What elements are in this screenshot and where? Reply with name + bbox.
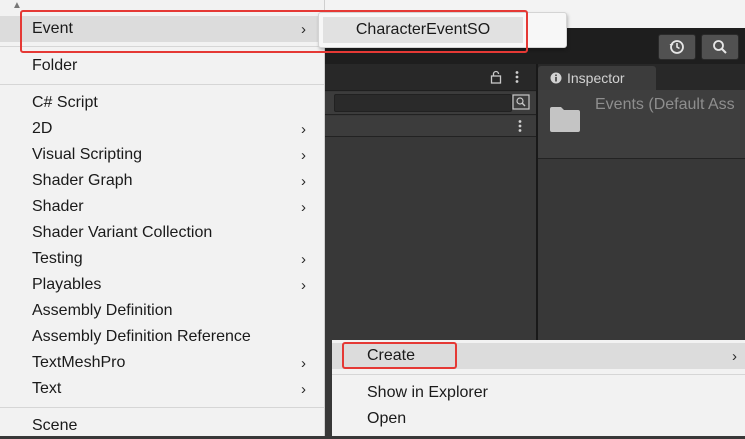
- kebab-menu-icon[interactable]: [517, 119, 523, 133]
- menu-item-visual-scripting[interactable]: Visual Scripting ›: [0, 142, 322, 168]
- chevron-right-icon: ›: [301, 120, 306, 138]
- menu-item-assembly-definition-reference[interactable]: Assembly Definition Reference: [0, 324, 322, 350]
- history-icon: [669, 40, 684, 54]
- menu-item-text[interactable]: Text ›: [0, 376, 322, 402]
- menu-separator: [0, 84, 324, 85]
- highlight-box-create: [342, 342, 457, 369]
- chevron-right-icon: ›: [301, 250, 306, 268]
- kebab-menu-icon[interactable]: [514, 70, 520, 84]
- tab-inspector-label: Inspector: [567, 70, 625, 86]
- chevron-right-icon: ›: [301, 146, 306, 164]
- menu-item-show-in-explorer[interactable]: Show in Explorer: [332, 380, 745, 406]
- search-by-type-icon[interactable]: [512, 94, 530, 110]
- menu-item-label: Testing: [32, 250, 83, 267]
- folder-icon: [550, 107, 580, 132]
- menu-separator: [332, 374, 745, 375]
- menu-item-playables[interactable]: Playables ›: [0, 272, 322, 298]
- menu-item-label: Show in Explorer: [367, 384, 488, 401]
- create-menu: ▲ Event › Folder C# Script 2D › Visual S…: [0, 0, 325, 436]
- menu-item-folder[interactable]: Folder: [0, 53, 322, 79]
- chevron-right-icon: ›: [301, 380, 306, 398]
- menu-item-label: TextMeshPro: [32, 354, 126, 371]
- search-button[interactable]: [701, 34, 739, 60]
- menu-item-open[interactable]: Open: [332, 406, 745, 432]
- menu-item-label: C# Script: [32, 94, 98, 111]
- menu-item-label: 2D: [32, 120, 53, 137]
- menu-item-label: Text: [32, 380, 62, 397]
- chevron-right-icon: ›: [732, 347, 737, 365]
- menu-item-assembly-definition[interactable]: Assembly Definition: [0, 298, 322, 324]
- menu-item-label: Shader Graph: [32, 172, 133, 189]
- menu-item-label: Open: [367, 410, 407, 427]
- menu-item-label: Playables: [32, 276, 102, 293]
- project-search-input[interactable]: [334, 94, 512, 112]
- menu-item-csharp-script[interactable]: C# Script: [0, 90, 322, 116]
- chevron-right-icon: ›: [301, 172, 306, 190]
- menu-item-textmeshpro[interactable]: TextMeshPro ›: [0, 350, 322, 376]
- menu-item-2d[interactable]: 2D ›: [0, 116, 322, 142]
- tab-inspector[interactable]: Inspector: [538, 66, 656, 90]
- menu-item-label: Shader Variant Collection: [32, 224, 213, 241]
- info-icon: [550, 72, 562, 84]
- menu-item-label: Shader: [32, 198, 84, 215]
- menu-item-shader-variant-collection[interactable]: Shader Variant Collection: [0, 220, 322, 246]
- menu-item-label: Assembly Definition Reference: [32, 328, 251, 345]
- history-button[interactable]: [658, 34, 696, 60]
- highlight-box-event: [20, 10, 528, 53]
- chevron-right-icon: ›: [301, 276, 306, 294]
- scroll-up-icon[interactable]: ▲: [12, 0, 22, 11]
- project-tab-bar: [324, 64, 536, 91]
- chevron-right-icon: ›: [301, 354, 306, 372]
- inspector-body: [538, 159, 745, 342]
- lock-icon[interactable]: [490, 70, 502, 84]
- project-breadcrumb-row: [324, 116, 536, 137]
- menu-item-scene[interactable]: Scene: [0, 413, 322, 439]
- chevron-right-icon: ›: [301, 198, 306, 216]
- menu-separator: [0, 407, 324, 408]
- menu-item-label: Scene: [32, 417, 78, 434]
- menu-item-label: Folder: [32, 57, 78, 74]
- menu-item-label: Visual Scripting: [32, 146, 142, 163]
- search-icon: [713, 40, 727, 54]
- menu-item-label: Assembly Definition: [32, 302, 173, 319]
- menu-item-testing[interactable]: Testing ›: [0, 246, 322, 272]
- inspector-object-title: Events (Default Ass: [595, 96, 735, 113]
- menu-item-shader-graph[interactable]: Shader Graph ›: [0, 168, 322, 194]
- menu-item-shader[interactable]: Shader ›: [0, 194, 322, 220]
